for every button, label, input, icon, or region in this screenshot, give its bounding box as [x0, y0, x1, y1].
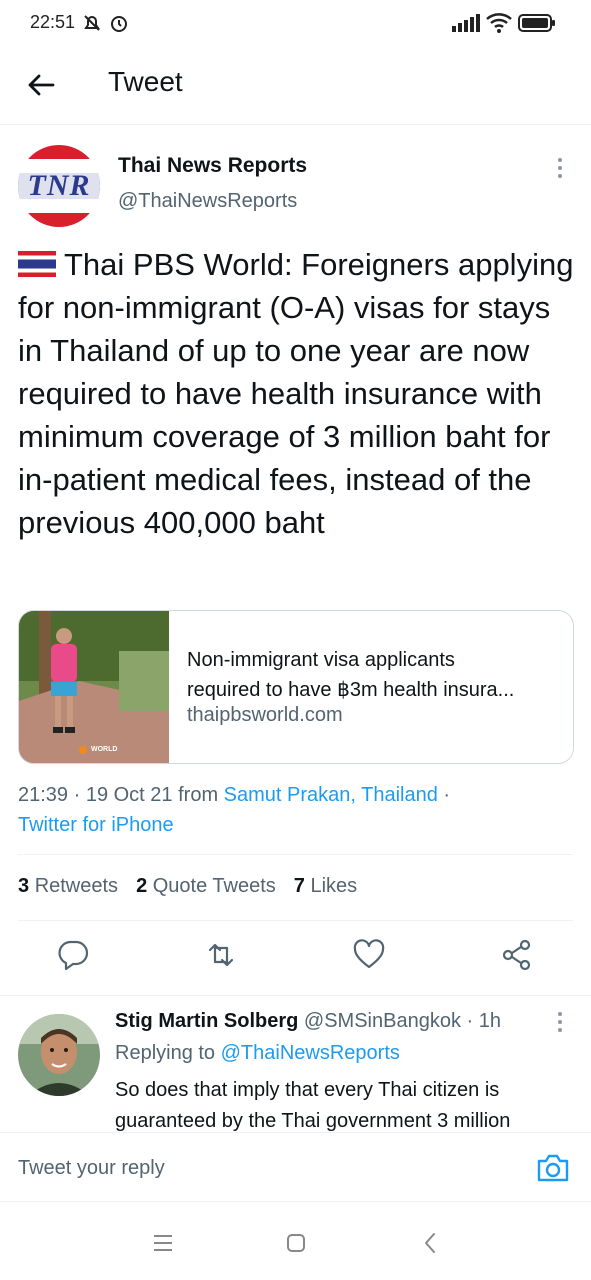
wifi-icon	[486, 13, 512, 33]
author-avatar[interactable]: TNR	[18, 145, 100, 227]
page-title: Tweet	[108, 66, 183, 97]
replying-to-link[interactable]: @ThaiNewsReports	[221, 1042, 400, 1064]
card-image-badge: WORLD	[91, 746, 118, 753]
tweet-text: Thai PBS World: Foreigners applying for …	[18, 243, 578, 544]
likes-stat[interactable]: 7 Likes	[294, 875, 357, 898]
reply-icon[interactable]	[56, 938, 90, 972]
link-card[interactable]: WORLD Non-immigrant visa applicants requ…	[18, 610, 574, 764]
reply-composer	[0, 1132, 591, 1202]
thai-flag-icon	[18, 251, 56, 277]
tweet-meta: 21:39 · 19 Oct 21 from Samut Prakan, Tha…	[18, 780, 578, 840]
like-heart-icon[interactable]	[352, 938, 386, 972]
reply-text: So does that imply that every Thai citiz…	[115, 1079, 511, 1132]
tweet-body: Thai PBS World: Foreigners applying for …	[18, 247, 574, 540]
card-title-line1: Non-immigrant visa applicants	[187, 649, 455, 671]
tweet-location-link[interactable]: Samut Prakan, Thailand	[224, 784, 438, 806]
quote-tweets-stat[interactable]: 2 Quote Tweets	[136, 875, 276, 898]
action-bar	[0, 938, 591, 980]
reply-tweet[interactable]: Stig Martin Solberg @SMSinBangkok · 1h R…	[0, 995, 591, 1132]
menu-icon[interactable]	[150, 1230, 176, 1256]
author-handle[interactable]: @ThaiNewsReports	[118, 190, 297, 213]
card-title-line2: required to have ฿3m health insura...	[187, 679, 515, 701]
reply-more-options-icon[interactable]	[552, 1010, 568, 1034]
reply-header: Stig Martin Solberg @SMSinBangkok · 1h	[115, 1010, 501, 1033]
share-icon[interactable]	[500, 938, 534, 972]
status-time: 22:51	[30, 12, 76, 32]
reply-avatar-image	[18, 1014, 100, 1096]
back-nav-icon[interactable]	[418, 1230, 444, 1256]
tweet-source-link[interactable]: Twitter for iPhone	[18, 814, 174, 836]
back-arrow-icon[interactable]	[26, 70, 56, 100]
author-display-name[interactable]: Thai News Reports	[118, 154, 307, 178]
reply-handle-time: @SMSinBangkok · 1h	[298, 1010, 501, 1032]
mute-icon	[84, 15, 100, 31]
divider	[18, 854, 573, 855]
reply-avatar[interactable]	[18, 1014, 100, 1096]
status-bar: 22:51	[0, 0, 591, 48]
card-thumbnail	[19, 611, 169, 763]
tweet-stats: 3 Retweets 2 Quote Tweets 7 Likes	[18, 875, 357, 898]
system-nav-bar	[0, 1210, 591, 1280]
header	[0, 48, 591, 125]
more-options-icon[interactable]	[552, 156, 568, 180]
divider	[18, 920, 573, 921]
replying-to: Replying to @ThaiNewsReports	[115, 1042, 400, 1064]
battery-icon	[518, 14, 555, 32]
alarm-icon	[111, 16, 127, 32]
avatar-text: TNR	[27, 169, 91, 202]
meta-separator: ·	[437, 784, 451, 806]
camera-icon[interactable]	[536, 1153, 570, 1183]
signal-icon	[452, 14, 480, 32]
reply-input[interactable]	[18, 1157, 498, 1180]
tweet-timestamp: 21:39 · 19 Oct 21 from	[18, 784, 224, 806]
retweet-icon[interactable]	[204, 938, 238, 972]
home-icon[interactable]	[283, 1230, 309, 1256]
reply-display-name[interactable]: Stig Martin Solberg	[115, 1010, 298, 1032]
card-domain: thaipbsworld.com	[187, 704, 343, 726]
retweets-stat[interactable]: 3 Retweets	[18, 875, 118, 898]
